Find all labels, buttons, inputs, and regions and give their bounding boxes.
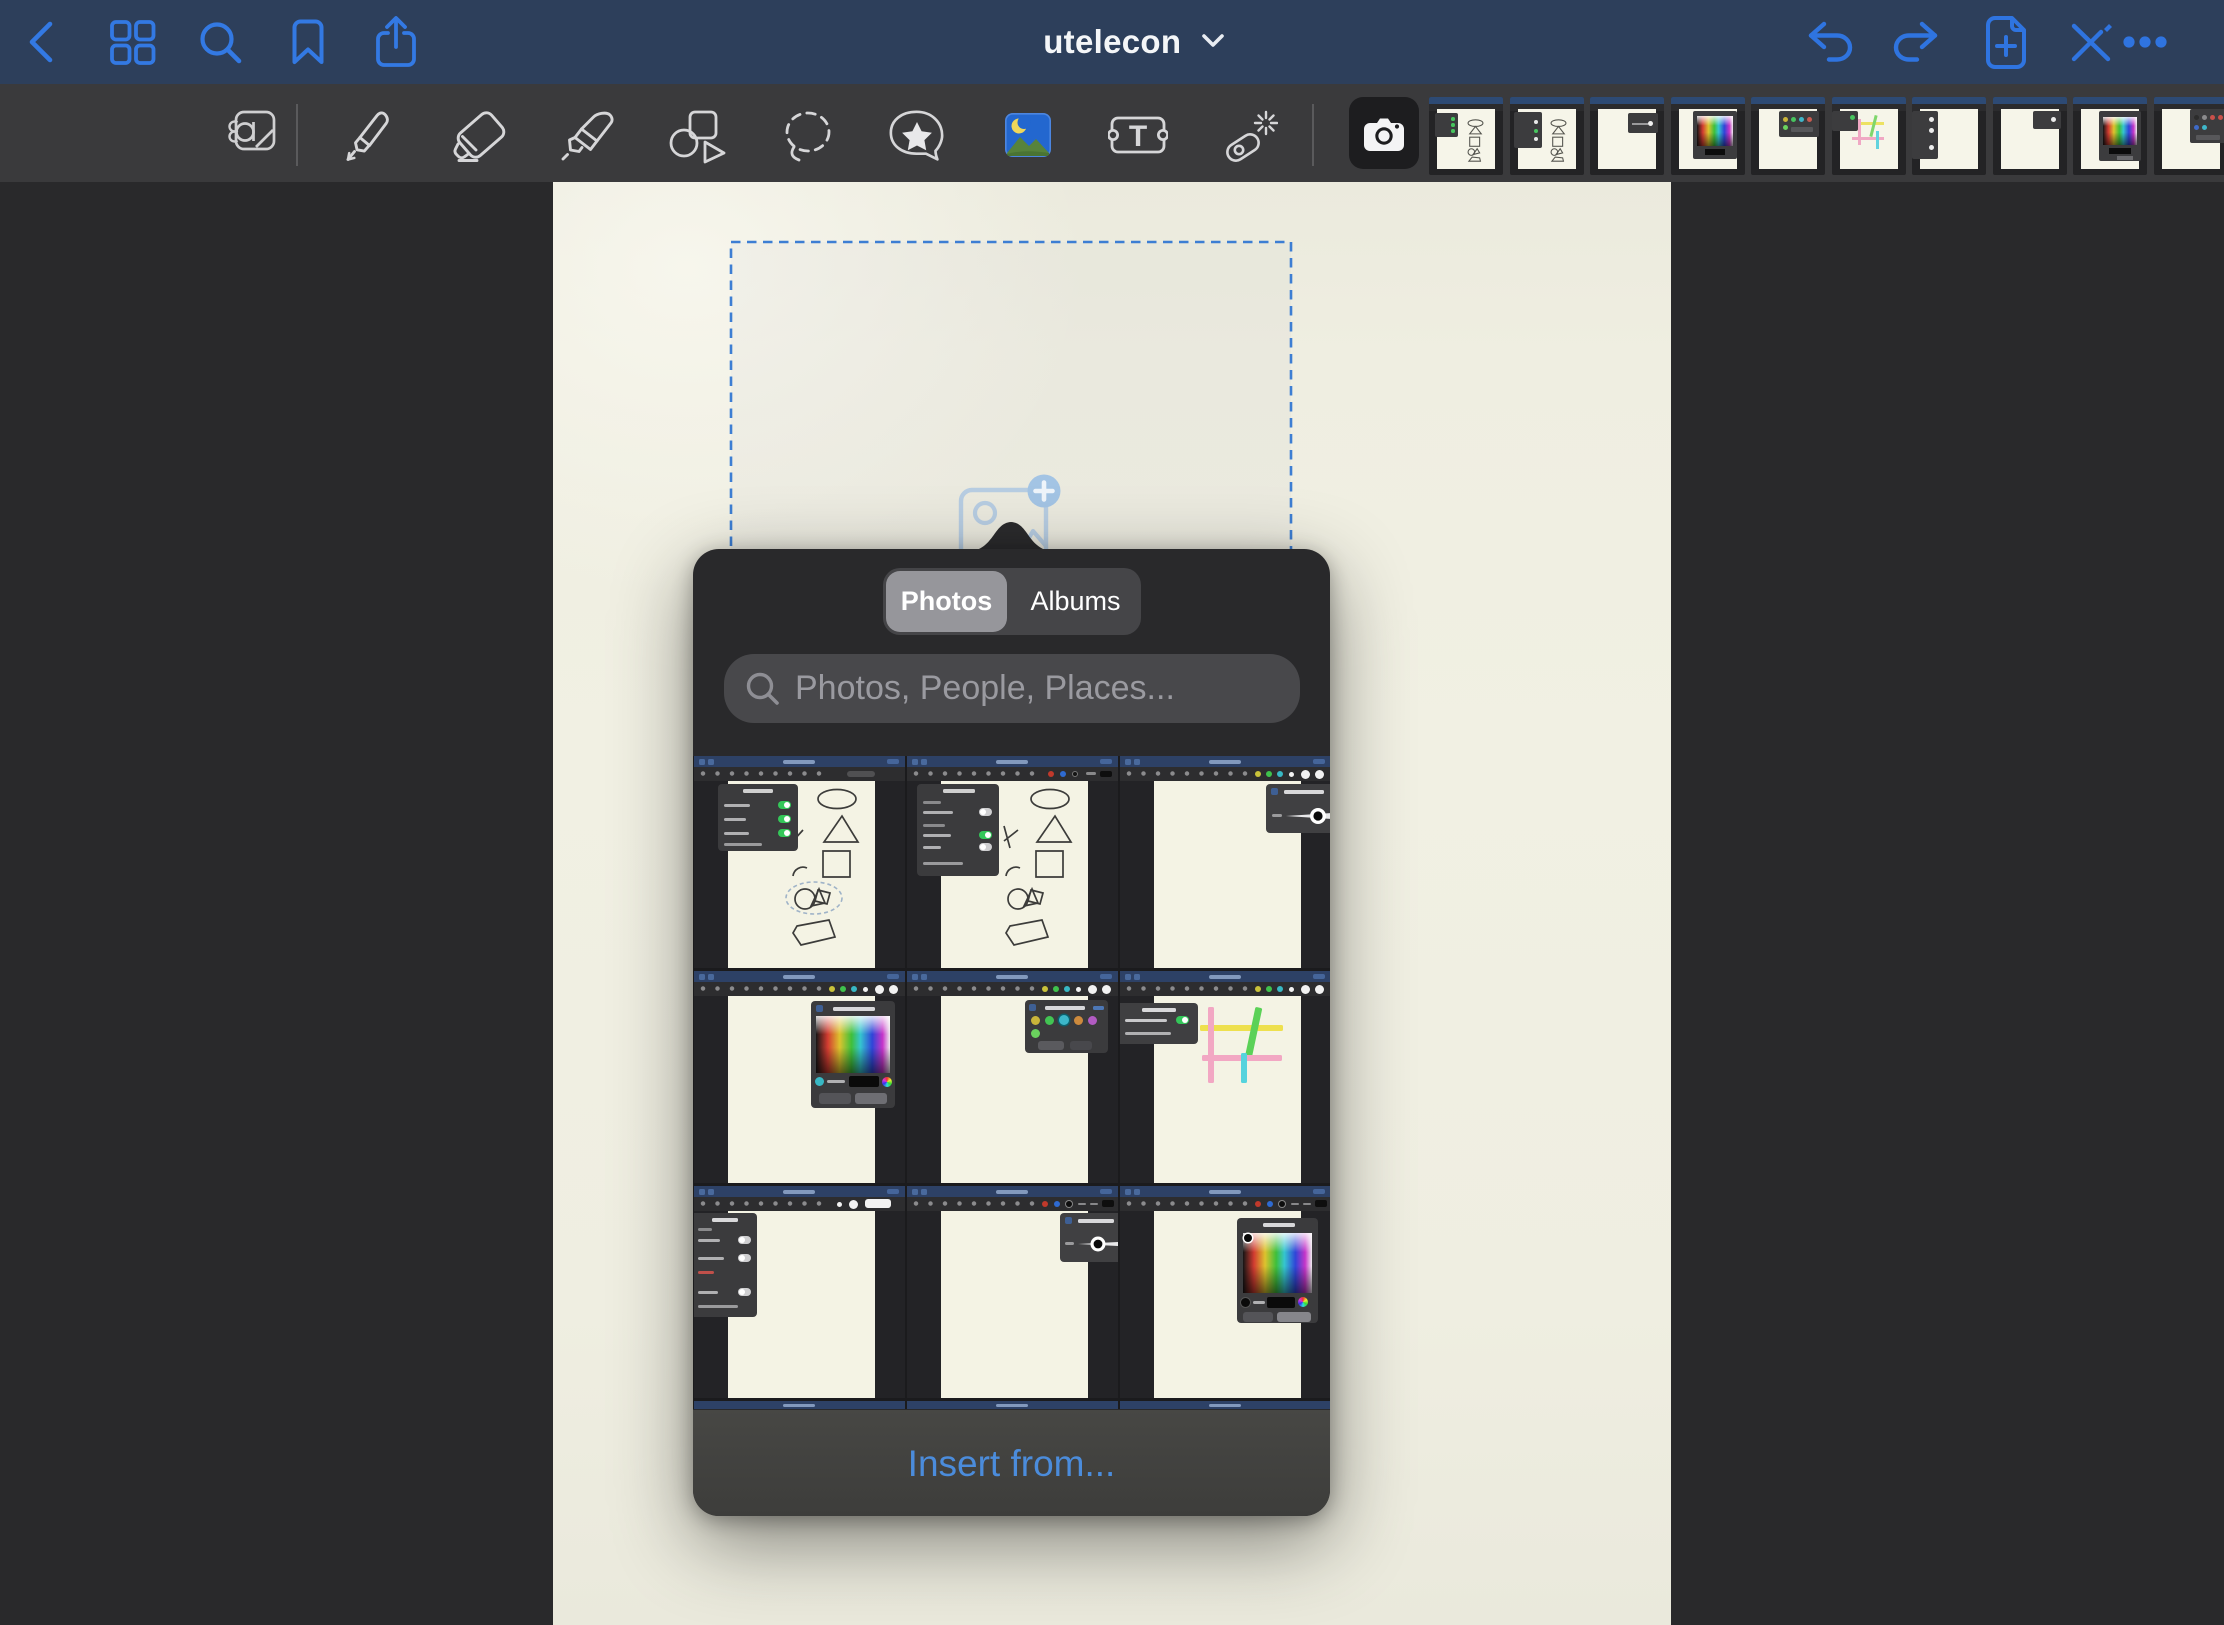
svg-text:T: T <box>1129 120 1147 153</box>
